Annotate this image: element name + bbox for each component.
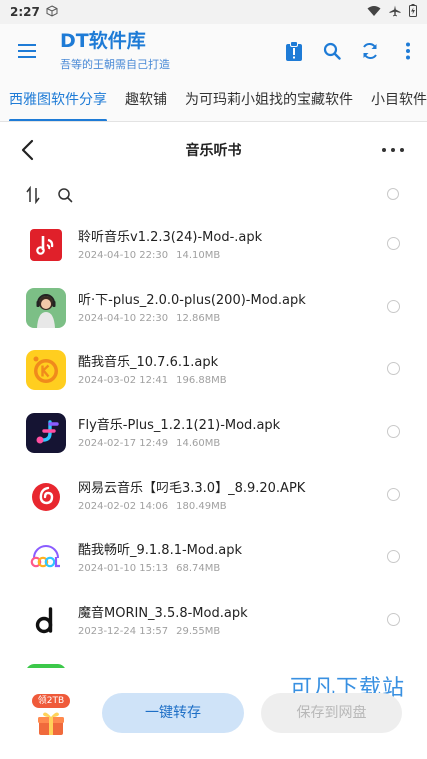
file-name: 魔音MORIN_3.5.8-Mod.apk	[78, 606, 248, 622]
music-note-red-icon	[26, 225, 66, 265]
folder-header: 音乐听书	[0, 124, 427, 176]
search-button[interactable]	[313, 31, 351, 71]
list-item[interactable]: 魔音MORIN_3.5.8-Mod.apk 2023-12-24 13:57 29…	[0, 588, 427, 651]
file-meta: 2024-01-10 15:13 68.74MB	[78, 563, 220, 574]
hamburger-icon	[18, 44, 36, 58]
more-horizontal-icon[interactable]	[381, 144, 405, 156]
select-radio[interactable]	[387, 299, 400, 313]
list-item[interactable]: Fly音乐-Plus_1.2.1(21)-Mod.apk 2024-02-17 …	[0, 400, 427, 463]
list-item[interactable]: 聆听音乐v1.2.3(24)-Mod-.apk 2024-04-10 22:30…	[0, 212, 427, 275]
list-toolbar	[0, 182, 427, 210]
file-date: 2024-02-02 14:06	[78, 500, 169, 512]
file-meta: 2024-04-10 22:30 14.10MB	[78, 250, 220, 261]
file-size: 180.49MB	[176, 500, 227, 512]
cool-headphones-icon	[26, 538, 66, 579]
file-date: 2024-03-02 12:41	[78, 375, 169, 387]
file-size: 14.60MB	[176, 438, 221, 450]
file-size: 196.88MB	[176, 375, 227, 387]
file-list: 聆听音乐v1.2.3(24)-Mod-.apk 2024-04-10 22:30…	[0, 212, 427, 668]
file-date: 2024-04-10 22:30	[78, 312, 169, 324]
file-date: 2024-02-17 12:49	[78, 438, 169, 450]
app-screen: 2:27 DT软件库 吾等的王朝需自己打造 西雅图软件分享 趣软铺 为可玛莉小姐…	[0, 0, 427, 759]
file-name: 听·下-plus_2.0.0-plus(200)-Mod.apk	[78, 292, 306, 308]
morin-d-icon	[26, 601, 66, 642]
app-subtitle: 吾等的王朝需自己打造	[60, 58, 170, 71]
gift-badge: 领2TB	[32, 694, 70, 708]
file-date: 2024-01-10 15:13	[78, 563, 169, 575]
list-item[interactable]: 酷我音乐_10.7.6.1.apk 2024-03-02 12:41 196.88…	[0, 337, 427, 400]
clipboard-alert-icon	[286, 41, 302, 61]
gift-promo[interactable]: 领2TB	[32, 694, 70, 742]
file-meta: 2024-04-10 22:30 12.86MB	[78, 313, 220, 324]
file-date: 2023-12-24 13:57	[78, 626, 169, 638]
file-meta: 2024-03-02 12:41 196.88MB	[78, 375, 227, 386]
file-size: 68.74MB	[176, 563, 221, 575]
cube-icon	[46, 4, 58, 20]
file-size: 14.10MB	[176, 250, 221, 261]
file-date: 2024-04-10 22:30	[78, 250, 169, 261]
tab-kemali-treasure[interactable]: 为可玛莉小姐找的宝藏软件	[176, 78, 362, 121]
list-item-partial[interactable]	[0, 651, 427, 668]
select-all-radio[interactable]	[387, 188, 399, 200]
app-actions	[275, 31, 427, 71]
file-meta: 2024-02-17 12:49 14.60MB	[78, 438, 220, 449]
file-size: 29.55MB	[176, 626, 221, 638]
save-to-netdisk-button[interactable]: 保存到网盘	[261, 693, 402, 733]
file-meta: 2024-02-02 14:06 180.49MB	[78, 501, 227, 512]
app-bar: DT软件库 吾等的王朝需自己打造	[0, 24, 427, 78]
select-radio[interactable]	[387, 425, 400, 439]
list-search-icon[interactable]	[57, 187, 73, 203]
app-title: DT软件库	[60, 30, 146, 52]
list-item[interactable]: 网易云音乐【叼毛3.3.0】_8.9.20.APK 2024-02-02 14:…	[0, 463, 427, 526]
select-radio[interactable]	[387, 550, 400, 564]
fly-f-icon	[26, 413, 66, 454]
file-name: 酷我音乐_10.7.6.1.apk	[78, 355, 219, 371]
airplane-icon	[389, 5, 401, 20]
file-name: 酷我畅听_9.1.8.1-Mod.apk	[78, 543, 242, 559]
select-radio[interactable]	[387, 487, 400, 501]
file-name: 网易云音乐【叼毛3.3.0】_8.9.20.APK	[78, 480, 306, 496]
category-tabs: 西雅图软件分享 趣软铺 为可玛莉小姐找的宝藏软件 小目软件	[0, 78, 427, 122]
file-size: 12.86MB	[176, 312, 221, 324]
menu-button[interactable]	[0, 24, 54, 78]
netease-cloud-music-icon	[26, 475, 66, 516]
file-name: 聆听音乐v1.2.3(24)-Mod-.apk	[78, 230, 263, 245]
select-radio[interactable]	[387, 237, 400, 250]
select-radio[interactable]	[387, 613, 400, 627]
more-vertical-icon	[406, 42, 410, 60]
tab-xiyatu[interactable]: 西雅图软件分享	[0, 78, 116, 121]
search-icon	[323, 42, 341, 60]
clipboard-button[interactable]	[275, 31, 313, 71]
status-icons	[367, 4, 417, 20]
gift-box-icon	[38, 712, 64, 735]
sort-icon[interactable]	[25, 186, 41, 204]
battery-icon	[409, 4, 417, 20]
wifi-icon	[367, 5, 381, 20]
refresh-icon	[363, 42, 377, 60]
select-radio[interactable]	[387, 362, 400, 376]
list-item[interactable]: 酷我畅听_9.1.8.1-Mod.apk 2024-01-10 15:13 68.…	[0, 525, 427, 588]
girl-headphones-avatar-icon	[26, 287, 66, 328]
tab-xiaomu[interactable]: 小目软件	[362, 78, 427, 121]
file-meta: 2023-12-24 13:57 29.55MB	[78, 626, 220, 637]
folder-title: 音乐听书	[185, 143, 242, 159]
kuwo-k-icon	[26, 350, 66, 391]
overflow-menu-button[interactable]	[389, 31, 427, 71]
tab-qu-ruanpu[interactable]: 趣软铺	[116, 78, 176, 121]
status-bar: 2:27	[0, 0, 427, 24]
app-brand: DT软件库 吾等的王朝需自己打造	[60, 30, 170, 72]
quick-save-button[interactable]: 一键转存	[102, 693, 244, 733]
status-time: 2:27	[10, 5, 40, 19]
refresh-button[interactable]	[351, 31, 389, 71]
list-item[interactable]: 听·下-plus_2.0.0-plus(200)-Mod.apk 2024-04…	[0, 275, 427, 338]
file-name: Fly音乐-Plus_1.2.1(21)-Mod.apk	[78, 418, 281, 434]
bottom-action-bar: 可凡下载站 领2TB 一键转存 保存到网盘	[0, 668, 427, 759]
